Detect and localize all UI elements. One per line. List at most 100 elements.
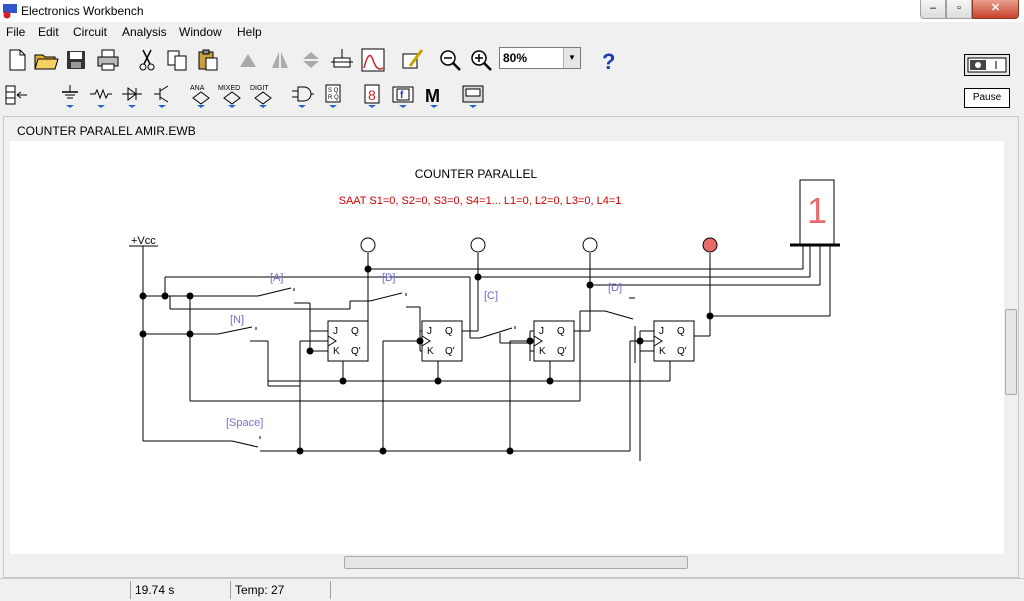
power-switch-icon bbox=[967, 57, 1007, 73]
switch-n[interactable] bbox=[217, 326, 253, 335]
switch-d[interactable] bbox=[604, 310, 634, 320]
transistors-bin-icon[interactable] bbox=[148, 82, 176, 110]
status-time: 19.74 s bbox=[130, 581, 230, 599]
digital-ics-bin-icon[interactable]: DIGIT bbox=[249, 82, 277, 110]
chevron-down-icon[interactable]: ▼ bbox=[563, 48, 580, 68]
vertical-scrollbar[interactable] bbox=[1004, 141, 1018, 571]
switch-a[interactable] bbox=[257, 287, 292, 297]
logic-gates-bin-icon[interactable] bbox=[288, 82, 316, 110]
menu-help[interactable]: Help bbox=[237, 25, 262, 39]
status-empty bbox=[330, 581, 1020, 599]
digital-bin-icon[interactable]: S QR Q bbox=[319, 82, 347, 110]
key-label-n: [N] bbox=[230, 314, 244, 326]
menu-window[interactable]: Window bbox=[179, 25, 222, 39]
output-probe-2 bbox=[470, 237, 486, 253]
mixed-ics-bin-icon[interactable]: MIXED bbox=[218, 82, 246, 110]
window-title: Electronics Workbench bbox=[21, 4, 144, 18]
new-file-icon[interactable] bbox=[3, 46, 31, 74]
copy-icon[interactable] bbox=[163, 46, 191, 74]
app-icon bbox=[3, 4, 17, 19]
svg-text:MIXED: MIXED bbox=[218, 85, 240, 92]
vertical-scroll-thumb[interactable] bbox=[1005, 309, 1017, 395]
menu-edit[interactable]: Edit bbox=[38, 25, 59, 39]
switch-c[interactable] bbox=[479, 327, 513, 339]
favorites-bin-icon[interactable] bbox=[3, 82, 31, 110]
key-label-a: [A] bbox=[270, 272, 283, 284]
svg-text:Q': Q' bbox=[677, 346, 687, 357]
analog-ics-bin-icon[interactable]: ANA bbox=[187, 82, 215, 110]
key-label-space: [Space] bbox=[226, 417, 263, 429]
component-properties-icon[interactable] bbox=[328, 46, 356, 74]
flip-vertical-icon[interactable] bbox=[297, 46, 325, 74]
sources-bin-icon[interactable] bbox=[56, 82, 84, 110]
zoom-value: 80% bbox=[503, 51, 528, 65]
save-icon[interactable] bbox=[62, 46, 90, 74]
svg-text:Q': Q' bbox=[557, 346, 567, 357]
switch-space[interactable] bbox=[231, 440, 259, 448]
pause-button[interactable]: Pause bbox=[964, 88, 1010, 108]
instruments-bin-icon[interactable] bbox=[459, 82, 487, 110]
menu-file[interactable]: File bbox=[6, 25, 25, 39]
help-icon[interactable]: ? bbox=[594, 46, 622, 74]
flip-horizontal-icon[interactable] bbox=[266, 46, 294, 74]
svg-text:Q': Q' bbox=[351, 346, 361, 357]
svg-text:Q': Q' bbox=[445, 346, 455, 357]
svg-text:K: K bbox=[539, 346, 546, 357]
menu-bar: File Edit Circuit Analysis Window Help bbox=[0, 22, 1024, 42]
svg-text:Q: Q bbox=[351, 326, 359, 337]
print-icon[interactable] bbox=[94, 46, 122, 74]
zoom-in-icon[interactable] bbox=[467, 46, 495, 74]
output-probe-1 bbox=[360, 237, 376, 253]
svg-text:K: K bbox=[659, 346, 666, 357]
zoom-out-icon[interactable] bbox=[436, 46, 464, 74]
switch-b[interactable] bbox=[369, 292, 403, 302]
output-probe-3 bbox=[582, 237, 598, 253]
menu-analysis[interactable]: Analysis bbox=[122, 25, 167, 39]
parts-toolbar: ANA MIXED DIGIT S QR Q 8 f M Pause bbox=[0, 78, 1024, 114]
main-toolbar: 80% ▼ ? bbox=[0, 42, 1024, 78]
graph-icon[interactable] bbox=[359, 46, 387, 74]
minimize-button[interactable]: – bbox=[920, 0, 946, 19]
svg-text:Q: Q bbox=[445, 326, 453, 337]
circuit-canvas[interactable]: COUNTER PARALLEL SAAT S1=0, S2=0, S3=0, … bbox=[10, 141, 1004, 571]
horizontal-scroll-thumb[interactable] bbox=[344, 556, 688, 569]
svg-text:J: J bbox=[659, 326, 664, 337]
rotate-icon[interactable] bbox=[234, 46, 262, 74]
menu-circuit[interactable]: Circuit bbox=[73, 25, 107, 39]
power-switch[interactable] bbox=[964, 54, 1010, 76]
cut-icon[interactable] bbox=[133, 46, 161, 74]
svg-text:?: ? bbox=[602, 49, 615, 74]
key-label-d: [D] bbox=[608, 282, 622, 294]
key-label-c: [C] bbox=[484, 290, 498, 302]
create-subcircuit-icon[interactable] bbox=[398, 46, 426, 74]
svg-text:Q: Q bbox=[557, 326, 565, 337]
basic-bin-icon[interactable] bbox=[87, 82, 115, 110]
zoom-select[interactable]: 80% ▼ bbox=[499, 47, 581, 69]
miscellaneous-bin-icon[interactable]: M bbox=[420, 82, 448, 110]
svg-text:J: J bbox=[333, 326, 338, 337]
circuit-status-line: SAAT S1=0, S2=0, S3=0, S4=1... L1=0, L2=… bbox=[339, 195, 622, 207]
open-folder-icon[interactable] bbox=[32, 46, 60, 74]
circuit-schematic: COUNTER PARALLEL SAAT S1=0, S2=0, S3=0, … bbox=[129, 167, 840, 461]
diodes-bin-icon[interactable] bbox=[118, 82, 146, 110]
maximize-button[interactable]: ▫ bbox=[946, 0, 972, 19]
indicators-bin-icon[interactable]: 8 bbox=[358, 82, 386, 110]
paste-icon[interactable] bbox=[194, 46, 222, 74]
horizontal-scrollbar[interactable] bbox=[10, 554, 1004, 571]
svg-text:K: K bbox=[427, 346, 434, 357]
controls-bin-icon[interactable]: f bbox=[389, 82, 417, 110]
status-temp: Temp: 27 bbox=[230, 581, 330, 599]
status-bar: 19.74 s Temp: 27 bbox=[0, 578, 1024, 601]
svg-text:K: K bbox=[333, 346, 340, 357]
document-title: COUNTER PARALEL AMIR.EWB bbox=[17, 124, 196, 138]
svg-text:DIGIT: DIGIT bbox=[250, 85, 269, 92]
close-button[interactable]: ✕ bbox=[972, 0, 1019, 19]
svg-text:8: 8 bbox=[368, 87, 376, 103]
svg-text:J: J bbox=[427, 326, 432, 337]
key-label-b: [B] bbox=[382, 272, 395, 284]
title-bar: Electronics Workbench – ▫ ✕ bbox=[0, 0, 1024, 22]
display-digit: 1 bbox=[807, 190, 827, 231]
vcc-label: +Vcc bbox=[131, 235, 156, 247]
document-window: COUNTER PARALEL AMIR.EWB COUNTER PARALLE… bbox=[3, 116, 1019, 578]
svg-text:Q: Q bbox=[677, 326, 685, 337]
